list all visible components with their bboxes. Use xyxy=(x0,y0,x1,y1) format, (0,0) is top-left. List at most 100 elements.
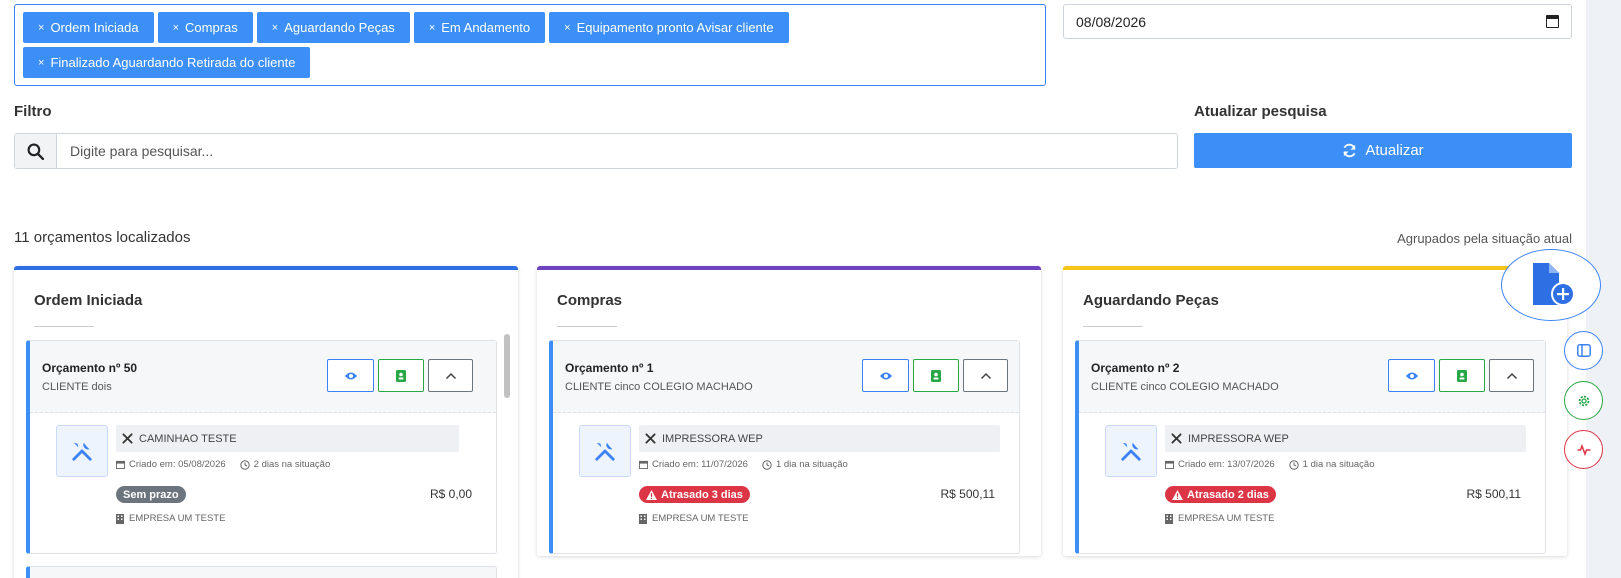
warning-icon xyxy=(1172,489,1183,500)
filter-tag[interactable]: × Finalizado Aguardando Retirada do clien… xyxy=(23,47,311,78)
filter-label: Filtro xyxy=(14,103,52,120)
collapse-button[interactable] xyxy=(428,359,473,392)
remove-tag-icon[interactable]: × xyxy=(272,22,278,34)
kanban-column: Aguardando Peças Orçamento nº 2 CLIENTE … xyxy=(1063,266,1567,556)
company-row: EMPRESA UM TESTE xyxy=(116,513,225,524)
remove-tag-icon[interactable]: × xyxy=(173,22,179,34)
company-name: EMPRESA UM TESTE xyxy=(129,513,226,524)
filter-tag-label: Em Andamento xyxy=(441,20,531,35)
toggle-panel-button[interactable] xyxy=(1564,331,1603,370)
building-icon xyxy=(639,513,647,524)
filter-tag[interactable]: × Equipamento pronto Avisar cliente xyxy=(549,12,789,43)
filter-tag-label: Aguardando Peças xyxy=(284,20,395,35)
building-icon xyxy=(1165,513,1173,524)
card-title: Orçamento nº 1 xyxy=(565,361,654,375)
card-title: Orçamento nº 2 xyxy=(1091,361,1180,375)
activity-icon xyxy=(1577,443,1590,456)
remove-tag-icon[interactable]: × xyxy=(38,22,44,34)
deadline-badge-label: Atrasado 2 dias xyxy=(1187,488,1269,501)
equipment-name: CAMINHAO TESTE xyxy=(139,432,237,445)
divider xyxy=(1083,326,1143,327)
filter-tag[interactable]: × Em Andamento xyxy=(413,12,546,43)
eye-icon xyxy=(344,372,357,379)
divider xyxy=(34,326,94,327)
card-price: R$ 500,11 xyxy=(1466,487,1522,501)
card-header: Orçamento nº 2 CLIENTE cinco COLEGIO MAC… xyxy=(1079,341,1545,413)
filter-tag-label: Equipamento pronto Avisar cliente xyxy=(576,20,774,35)
column-title: Aguardando Peças xyxy=(1083,292,1219,309)
update-button[interactable]: Atualizar xyxy=(1194,133,1572,168)
card-client: CLIENTE dois xyxy=(42,381,112,393)
budget-card: Orçamento nº 50 CLIENTE dois CAMINHAO TE… xyxy=(26,340,497,554)
time-in-status: 1 dia na situação xyxy=(775,459,848,470)
tools-small-icon xyxy=(1171,433,1182,444)
warning-icon xyxy=(646,489,657,500)
calendar-icon[interactable] xyxy=(1546,15,1559,28)
filter-tag-label: Compras xyxy=(185,20,238,35)
remove-tag-icon[interactable]: × xyxy=(429,22,435,34)
company-name: EMPRESA UM TESTE xyxy=(1178,513,1275,524)
refresh-icon xyxy=(1343,143,1356,158)
card-title: Orçamento nº 50 xyxy=(42,361,138,375)
calendar-small-icon xyxy=(1165,460,1174,469)
remove-tag-icon[interactable]: × xyxy=(38,57,44,69)
new-budget-button[interactable] xyxy=(1501,249,1601,321)
company-row: EMPRESA UM TESTE xyxy=(639,513,748,524)
settings-button[interactable] xyxy=(1564,381,1603,420)
time-in-status: 1 dia na situação xyxy=(1302,459,1375,470)
filter-tag[interactable]: × Ordem Iniciada xyxy=(23,12,154,43)
deadline-badge: Atrasado 3 dias xyxy=(639,486,750,503)
search-group xyxy=(14,133,1178,169)
grouping-note: Agrupados pela situação atual xyxy=(1397,231,1572,246)
card-meta: Criado em: 11/07/2026 1 dia na situação xyxy=(639,459,848,470)
sidebar-icon xyxy=(1576,344,1591,357)
contact-button[interactable] xyxy=(378,359,424,392)
gear-icon xyxy=(1578,395,1589,406)
clock-icon xyxy=(762,459,772,470)
activity-button[interactable] xyxy=(1564,430,1603,469)
column-title: Ordem Iniciada xyxy=(34,292,143,309)
card-meta: Criado em: 13/07/2026 1 dia na situação xyxy=(1165,459,1375,470)
contact-button[interactable] xyxy=(1439,359,1485,392)
collapse-button[interactable] xyxy=(963,359,1008,392)
budget-card: Orçamento nº 2 CLIENTE cinco COLEGIO MAC… xyxy=(1075,340,1546,554)
deadline-badge: Atrasado 2 dias xyxy=(1165,486,1276,503)
file-plus-icon xyxy=(1533,263,1575,306)
filter-tag[interactable]: × Aguardando Peças xyxy=(256,12,410,43)
view-button[interactable] xyxy=(327,359,374,392)
clock-icon xyxy=(239,459,250,470)
building-icon xyxy=(116,513,124,524)
deadline-badge-label: Atrasado 3 dias xyxy=(661,488,743,501)
date-field[interactable]: 08/08/2026 xyxy=(1063,4,1572,39)
tools-icon xyxy=(1105,425,1157,477)
search-input[interactable] xyxy=(57,134,1177,168)
update-search-label: Atualizar pesquisa xyxy=(1194,103,1327,120)
clock-icon xyxy=(1288,459,1299,470)
search-icon xyxy=(15,134,57,168)
chevron-up-icon xyxy=(1506,372,1517,379)
tools-small-icon xyxy=(645,433,656,444)
card-client: CLIENTE cinco COLEGIO MACHADO xyxy=(565,381,753,393)
equipment-row: IMPRESSORA WEP xyxy=(1165,425,1526,452)
remove-tag-icon[interactable]: × xyxy=(564,22,570,34)
filter-tag[interactable]: × Compras xyxy=(157,12,253,43)
card-client: CLIENTE cinco COLEGIO MACHADO xyxy=(1091,381,1279,393)
status-filter-multiselect[interactable]: × Ordem Iniciada × Compras × Aguardando Peç… xyxy=(14,4,1046,86)
card-header: Orçamento nº 50 CLIENTE dois xyxy=(30,341,496,413)
budget-card: Orçamento nº 1 CLIENTE cinco COLEGIO MAC… xyxy=(549,340,1020,554)
collapse-button[interactable] xyxy=(1489,359,1534,392)
eye-icon xyxy=(1405,372,1418,379)
filter-tag-label: Finalizado Aguardando Retirada do client… xyxy=(50,55,296,70)
column-scrollbar[interactable] xyxy=(504,334,510,398)
view-button[interactable] xyxy=(1388,359,1435,392)
company-name: EMPRESA UM TESTE xyxy=(652,513,749,524)
card-price: R$ 500,11 xyxy=(940,487,996,501)
contact-button[interactable] xyxy=(913,359,959,392)
created-date: Criado em: 05/08/2026 xyxy=(129,459,226,470)
card-meta: Criado em: 05/08/2026 2 dias na situação xyxy=(116,459,330,470)
results-count: 11 orçamentos localizados xyxy=(14,229,191,246)
view-button[interactable] xyxy=(862,359,909,392)
divider xyxy=(557,326,617,327)
card-price: R$ 0,00 xyxy=(429,487,472,501)
deadline-badge: Sem prazo xyxy=(116,486,186,503)
